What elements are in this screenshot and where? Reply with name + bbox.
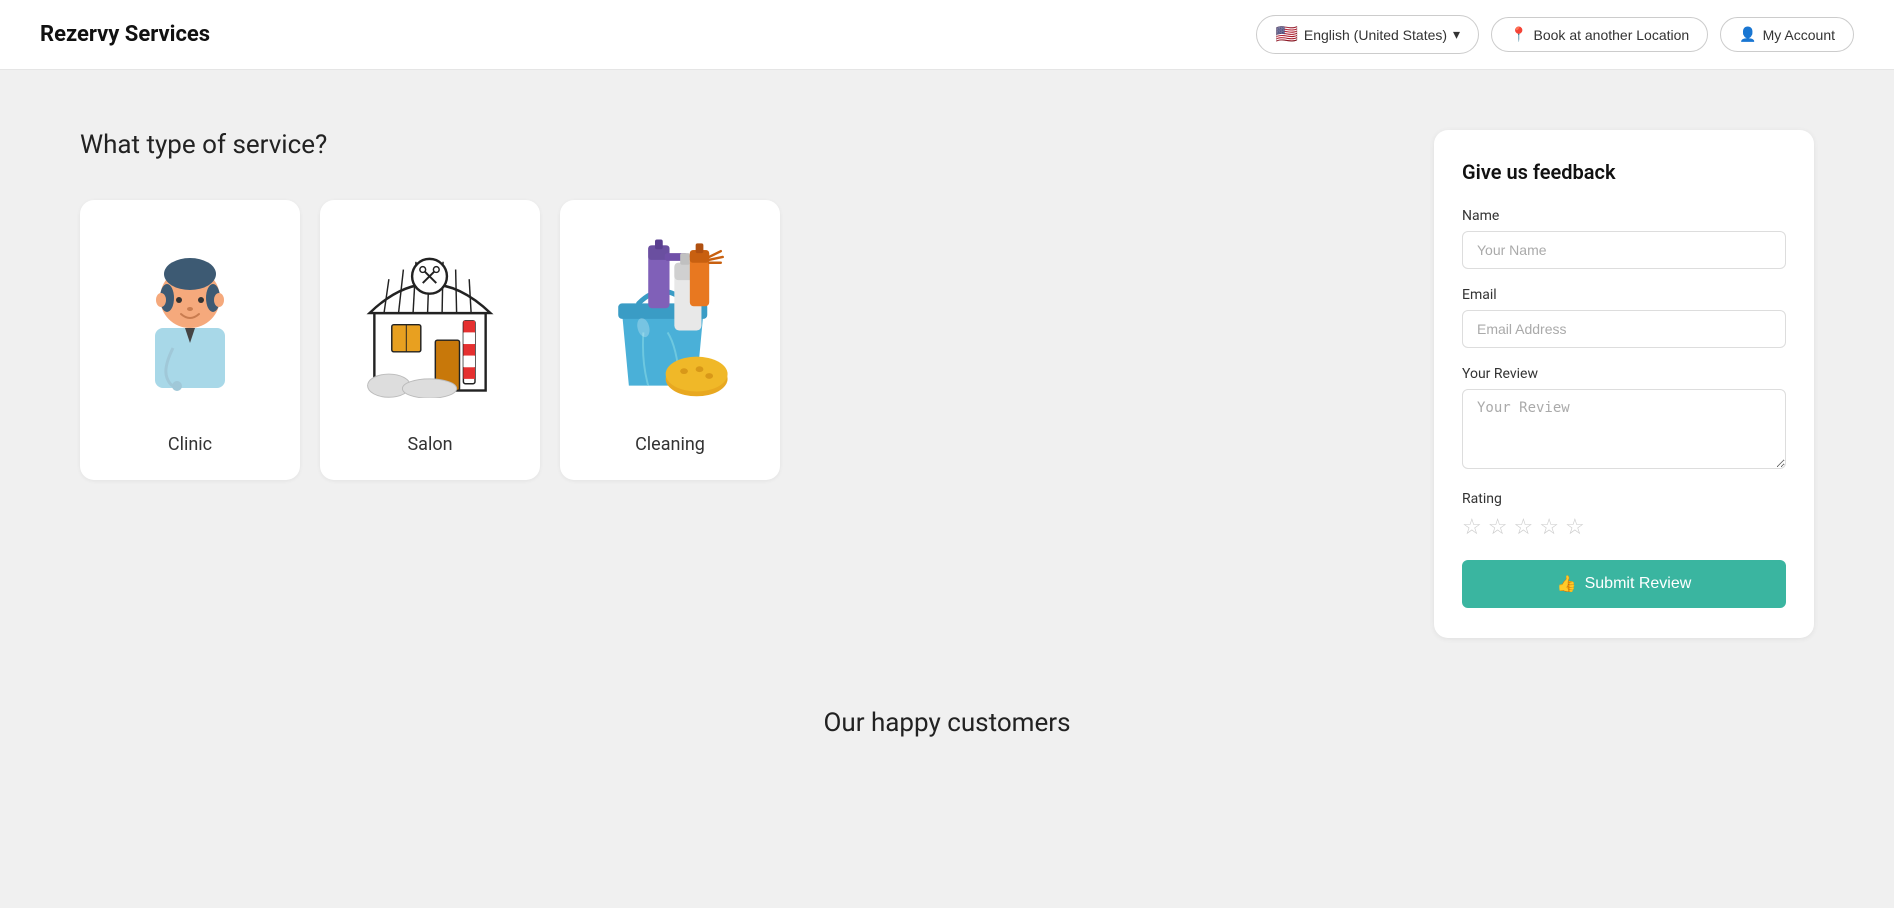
- header-nav: 🇺🇸 English (United States) ▾ 📍 Book at a…: [1256, 15, 1854, 54]
- feedback-panel: Give us feedback Name Email Your Review …: [1434, 130, 1814, 638]
- logo: Rezervy Services: [40, 22, 210, 47]
- rating-group: Rating ☆ ☆ ☆ ☆ ☆: [1462, 491, 1786, 540]
- account-icon: 👤: [1739, 26, 1756, 43]
- name-group: Name: [1462, 208, 1786, 269]
- cleaning-icon: [595, 230, 745, 400]
- submit-review-button[interactable]: 👍 Submit Review: [1462, 560, 1786, 608]
- happy-customers-title: Our happy customers: [80, 708, 1814, 738]
- name-label: Name: [1462, 208, 1786, 224]
- star-5[interactable]: ☆: [1565, 515, 1585, 540]
- bottom-section: Our happy customers: [0, 678, 1894, 778]
- main-content: What type of service?: [0, 70, 1894, 678]
- location-icon: 📍: [1510, 26, 1527, 43]
- review-group: Your Review: [1462, 366, 1786, 473]
- submit-label: Submit Review: [1585, 575, 1692, 593]
- star-3[interactable]: ☆: [1513, 515, 1533, 540]
- flag-icon: 🇺🇸: [1275, 24, 1297, 45]
- header: Rezervy Services 🇺🇸 English (United Stat…: [0, 0, 1894, 70]
- service-card-clinic[interactable]: Clinic: [80, 200, 300, 480]
- name-input[interactable]: [1462, 231, 1786, 269]
- star-4[interactable]: ☆: [1539, 515, 1559, 540]
- salon-icon: [355, 230, 505, 400]
- feedback-title: Give us feedback: [1462, 160, 1786, 184]
- thumbs-up-icon: 👍: [1557, 574, 1577, 594]
- chevron-down-icon: ▾: [1453, 26, 1460, 43]
- service-cards: Clinic: [80, 200, 1394, 480]
- language-label: English (United States): [1304, 27, 1447, 43]
- service-card-cleaning[interactable]: Cleaning: [560, 200, 780, 480]
- email-input[interactable]: [1462, 310, 1786, 348]
- book-location-button[interactable]: 📍 Book at another Location: [1491, 17, 1708, 52]
- salon-label: Salon: [407, 434, 452, 455]
- review-textarea[interactable]: [1462, 389, 1786, 469]
- email-label: Email: [1462, 287, 1786, 303]
- section-title: What type of service?: [80, 130, 1394, 160]
- star-1[interactable]: ☆: [1462, 515, 1482, 540]
- email-group: Email: [1462, 287, 1786, 348]
- service-card-salon[interactable]: Salon: [320, 200, 540, 480]
- star-rating: ☆ ☆ ☆ ☆ ☆: [1462, 515, 1786, 540]
- clinic-icon: [115, 230, 265, 400]
- my-account-button[interactable]: 👤 My Account: [1720, 17, 1854, 52]
- left-section: What type of service?: [80, 130, 1394, 480]
- clinic-label: Clinic: [168, 434, 212, 455]
- rating-label: Rating: [1462, 491, 1786, 507]
- cleaning-label: Cleaning: [635, 434, 705, 455]
- language-button[interactable]: 🇺🇸 English (United States) ▾: [1256, 15, 1479, 54]
- star-2[interactable]: ☆: [1488, 515, 1508, 540]
- review-label: Your Review: [1462, 366, 1786, 382]
